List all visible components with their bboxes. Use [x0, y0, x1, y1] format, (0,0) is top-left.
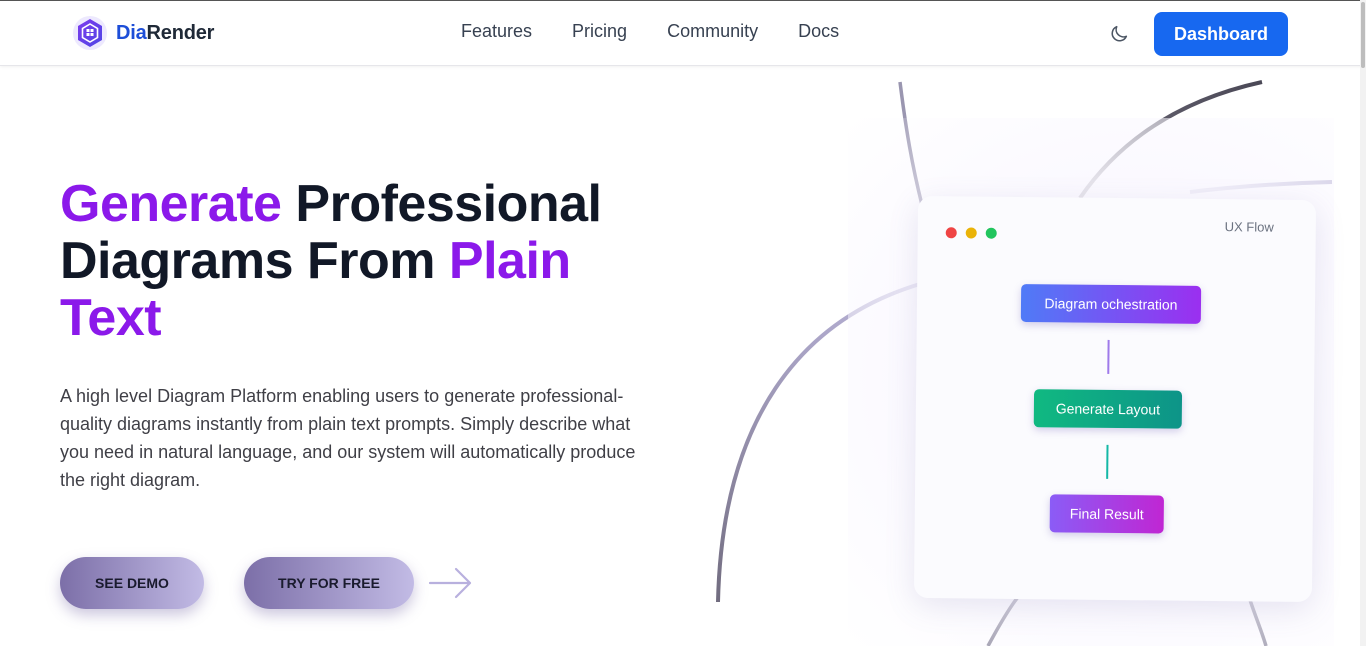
preview-label: UX Flow — [1224, 219, 1274, 235]
brand-name-suffix: Render — [146, 21, 215, 44]
moon-icon[interactable] — [1108, 23, 1130, 45]
see-demo-button[interactable]: SEE DEMO — [60, 557, 204, 609]
hero-description: A high level Diagram Platform enabling u… — [60, 386, 636, 490]
hero-headline: Generate Professional Diagrams From Plai… — [60, 176, 680, 347]
brand-logo[interactable]: DiaRender — [72, 14, 214, 52]
window-dot-yellow — [965, 227, 977, 239]
nav-link-community[interactable]: Community — [667, 21, 758, 42]
try-for-free-button[interactable]: TRY FOR FREE — [244, 557, 414, 609]
logo-hexagon-icon — [73, 16, 107, 50]
node-diagram-orchestration[interactable]: Diagram ochestration — [1020, 284, 1202, 324]
window-dot-green — [985, 227, 997, 239]
connector-line — [1106, 444, 1109, 479]
nav-link-pricing[interactable]: Pricing — [572, 21, 627, 42]
arrow-right-icon[interactable] — [428, 566, 474, 600]
top-navbar: DiaRender Features Pricing Community Doc… — [0, 0, 1366, 66]
brand-name-prefix: Dia — [116, 21, 147, 44]
nav-link-docs[interactable]: Docs — [798, 21, 839, 42]
connector-line — [1107, 339, 1110, 374]
scrollbar-thumb[interactable] — [1361, 2, 1365, 68]
brand-name: DiaRender — [116, 22, 214, 45]
node-final-result[interactable]: Final Result — [1049, 494, 1164, 534]
main-nav: Features Pricing Community Docs — [461, 21, 879, 42]
window-dot-red — [945, 227, 957, 239]
node-generate-layout[interactable]: Generate Layout — [1033, 389, 1183, 429]
nav-link-features[interactable]: Features — [461, 21, 532, 42]
page-scrollbar[interactable] — [1360, 0, 1366, 646]
dashboard-button[interactable]: Dashboard — [1154, 12, 1288, 56]
diagram-preview-card: UX Flow Diagram ochestration Generate La… — [913, 195, 1317, 603]
headline-word-generate: Generate — [60, 175, 282, 233]
